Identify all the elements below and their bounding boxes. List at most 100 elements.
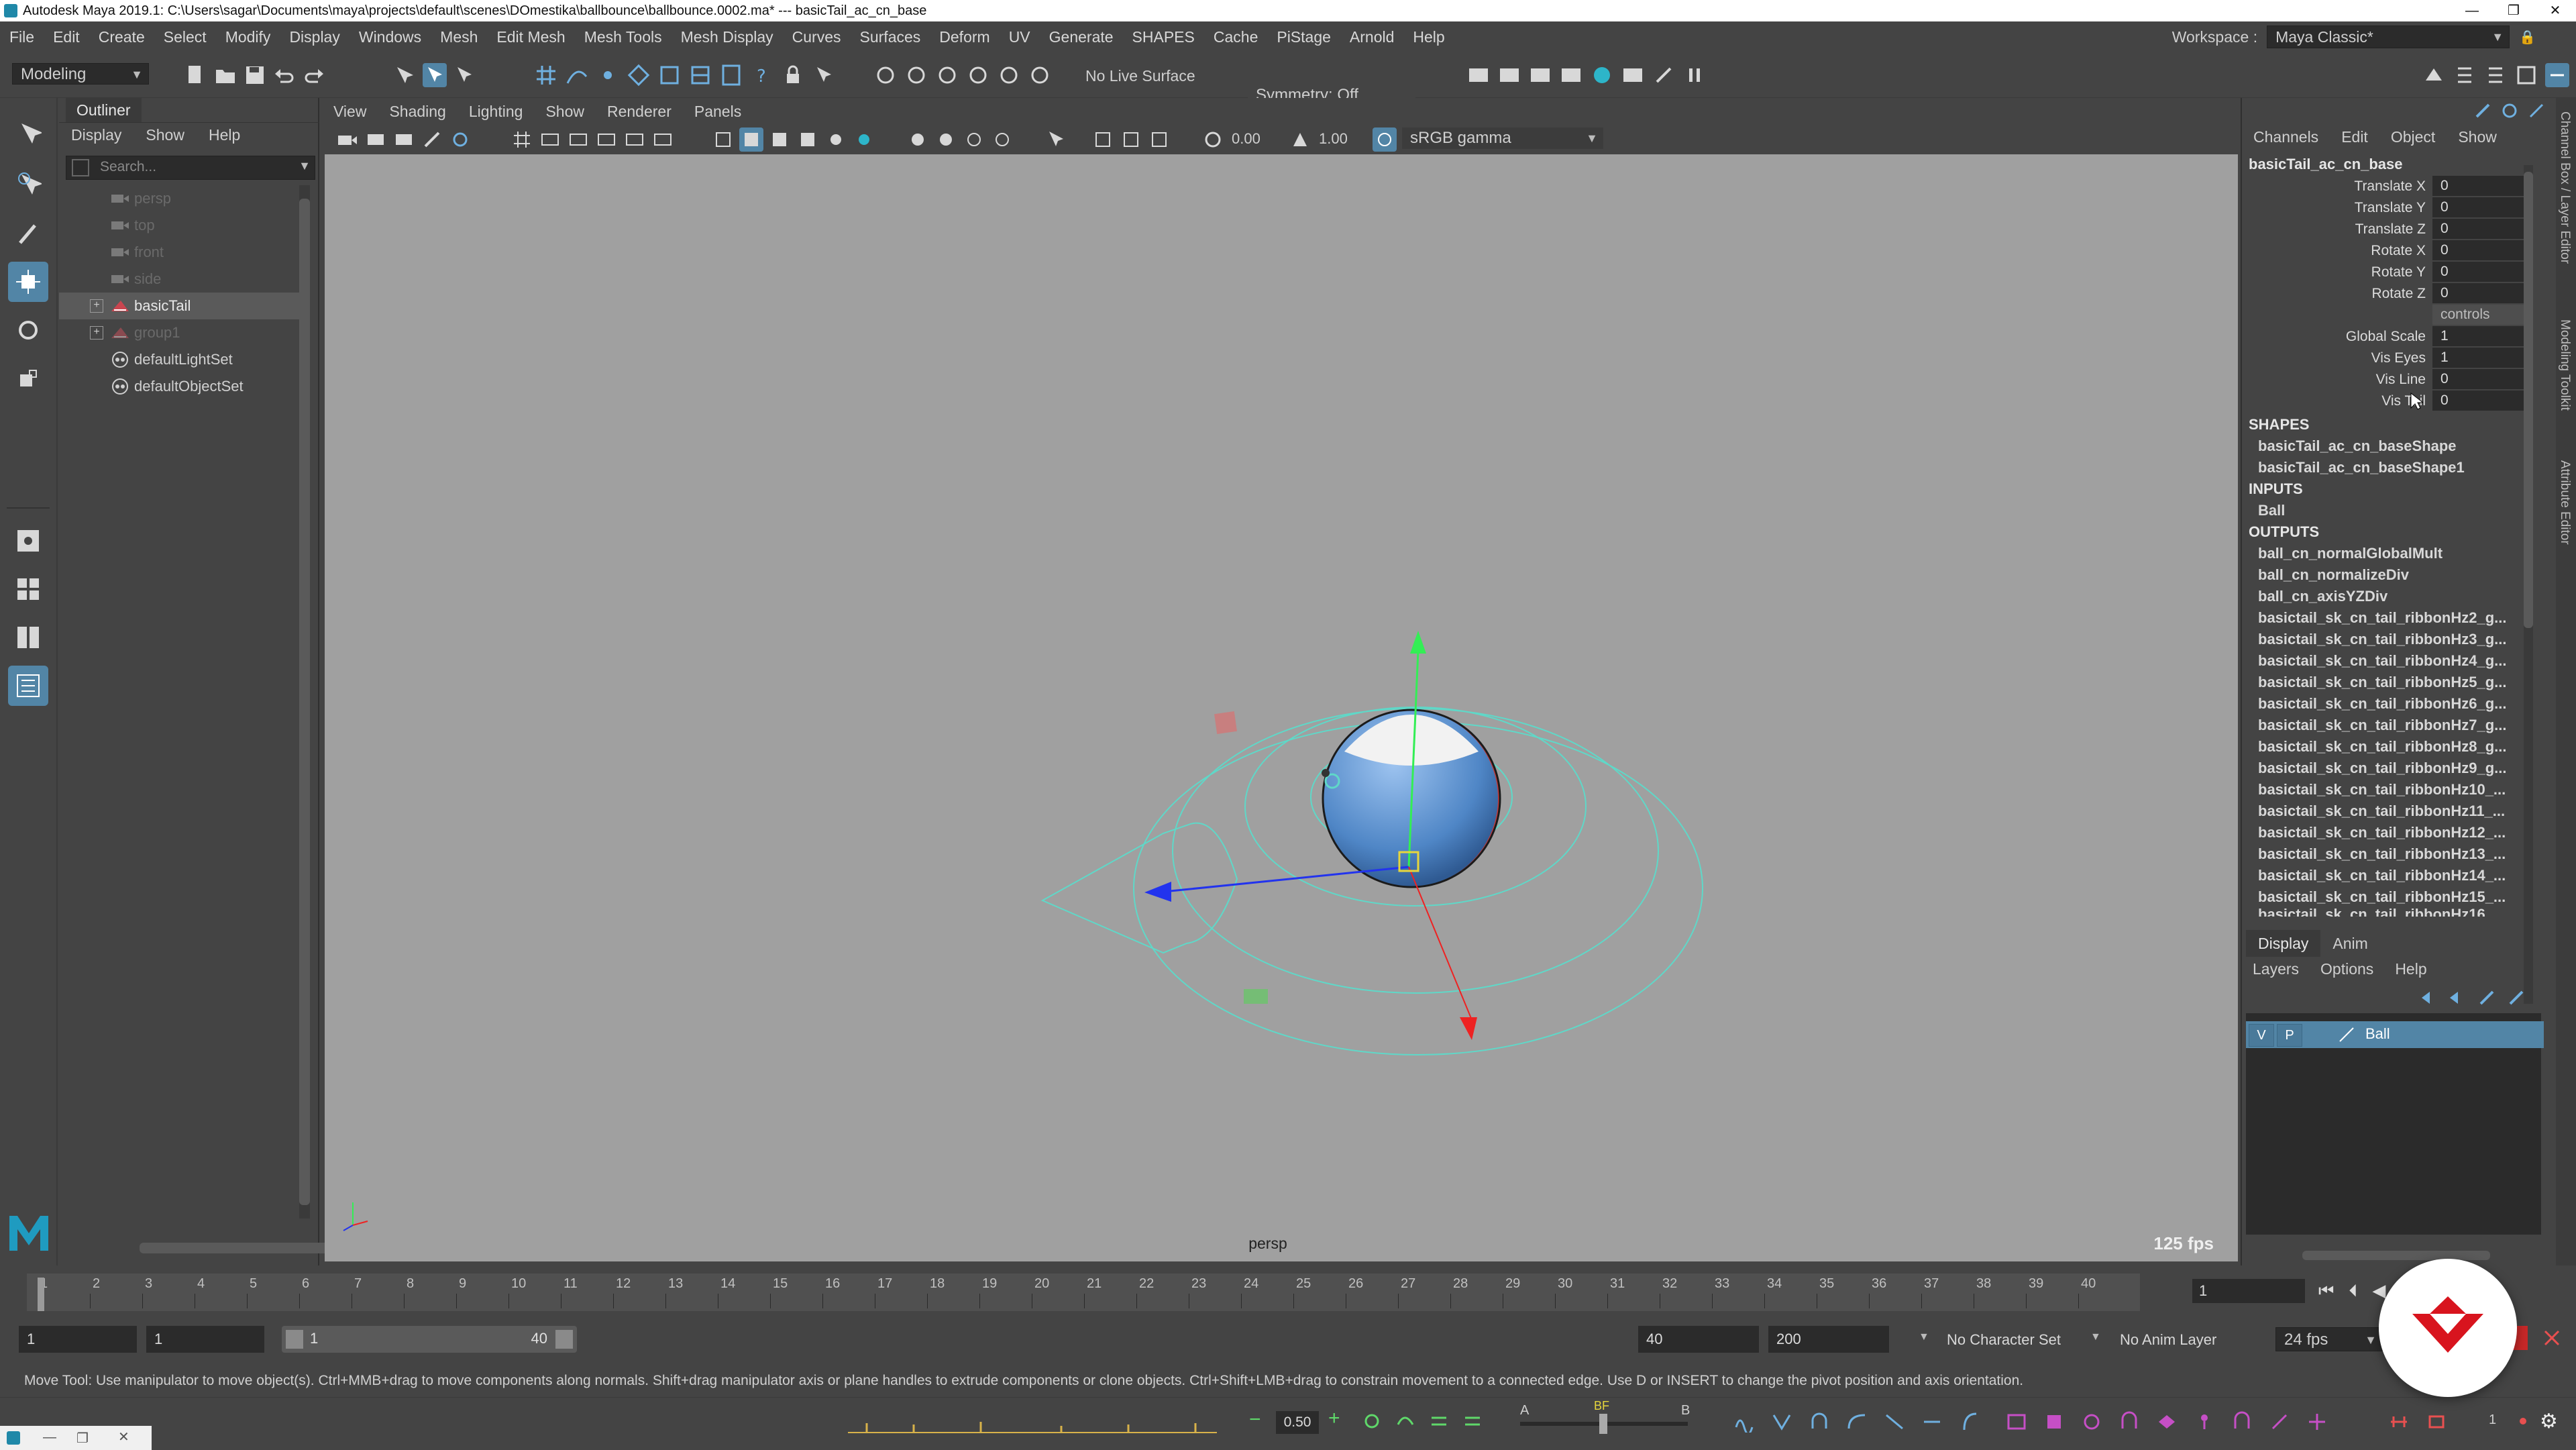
lock-icon[interactable] <box>781 63 805 87</box>
wireframe-icon[interactable] <box>711 127 735 152</box>
output-node[interactable]: ball_cn_axisYZDiv <box>2258 588 2540 605</box>
channel-value-field[interactable]: 0 <box>2432 391 2524 411</box>
channel-box-node-name[interactable]: basicTail_ac_cn_base <box>2249 156 2403 173</box>
anim-layer-dropdown[interactable]: No Anim Layer <box>2120 1331 2216 1349</box>
menu-curves[interactable]: Curves <box>783 28 851 46</box>
menu-display[interactable]: Display <box>280 28 349 46</box>
taskbar-close-icon[interactable]: ✕ <box>118 1429 129 1445</box>
channel-vis-tail[interactable]: Vis Tail 0 <box>2242 391 2537 412</box>
select-component-icon[interactable] <box>452 63 476 87</box>
hypershade-icon[interactable] <box>1590 63 1614 87</box>
snap-relation-5-icon[interactable] <box>997 63 1021 87</box>
channel-box-icon[interactable] <box>2514 63 2538 87</box>
undo-icon[interactable] <box>272 63 297 87</box>
channel-box-toolbar-icon-3[interactable] <box>2526 101 2546 121</box>
persp-outliner-layout[interactable] <box>8 617 48 658</box>
render-view-icon[interactable] <box>1466 63 1491 87</box>
menu-generate[interactable]: Generate <box>1040 28 1123 46</box>
live-surface-label[interactable]: No Live Surface <box>1085 67 1195 85</box>
filter-icon[interactable] <box>72 159 89 176</box>
snap-point-icon[interactable] <box>596 63 620 87</box>
menu-mesh-tools[interactable]: Mesh Tools <box>575 28 672 46</box>
viewport-menu-lighting[interactable]: Lighting <box>458 103 535 121</box>
channel-box-menu-edit[interactable]: Edit <box>2330 128 2379 146</box>
xray-components-icon[interactable] <box>1147 127 1171 152</box>
output-node[interactable]: ball_cn_normalizeDiv <box>2258 566 2540 584</box>
outliner-scroll-thumb[interactable] <box>299 199 310 1205</box>
snap-help-icon[interactable]: ? <box>750 63 774 87</box>
shelf-dot-icon[interactable] <box>2520 1418 2526 1425</box>
anti-aliasing-icon[interactable] <box>962 127 986 152</box>
menu-modify[interactable]: Modify <box>216 28 280 46</box>
side-tab-channel-box[interactable]: Channel Box / Layer Editor <box>2557 111 2572 264</box>
playback-range-bar[interactable]: 1 40 <box>282 1326 577 1353</box>
current-frame-field[interactable] <box>2192 1279 2305 1303</box>
layer-tab-display[interactable]: Display <box>2246 930 2321 957</box>
outliner-item-defaultlightset[interactable]: defaultLightSet <box>59 346 299 373</box>
attribute-editor-icon[interactable] <box>2453 63 2477 87</box>
step-back-icon[interactable]: ⏴ <box>2349 1280 2357 1302</box>
shelf-curve-tool-1-icon[interactable] <box>1733 1411 1755 1433</box>
outliner-layout[interactable] <box>8 666 48 706</box>
lock-icon[interactable]: 🔒 <box>2519 29 2536 46</box>
film-gate-icon[interactable] <box>538 127 562 152</box>
output-node[interactable]: basictail_sk_cn_tail_ribbonHz13_... <box>2258 845 2540 863</box>
move-layer-up-icon[interactable] <box>2418 988 2438 1008</box>
outliner-horizontal-scrollbar[interactable] <box>140 1243 341 1253</box>
zoom-field[interactable] <box>1276 1411 1319 1434</box>
channel-rotate-z[interactable]: Rotate Z 0 <box>2242 283 2537 305</box>
shelf-tool-3-icon[interactable] <box>1429 1411 1449 1431</box>
workspace-dropdown[interactable]: Maya Classic* ▼ <box>2267 25 2510 48</box>
channel-translate-y[interactable]: Translate Y 0 <box>2242 197 2537 219</box>
select-object-icon[interactable] <box>423 63 447 87</box>
shape-node[interactable]: basicTail_ac_cn_baseShape <box>2258 437 2540 455</box>
menu-uv[interactable]: UV <box>1000 28 1040 46</box>
snap-relation-6-icon[interactable] <box>1028 63 1052 87</box>
xray-joints-icon[interactable] <box>1119 127 1143 152</box>
xray-icon[interactable] <box>1091 127 1115 152</box>
graph-key-strip[interactable] <box>847 1412 1222 1439</box>
pick-icon[interactable] <box>812 63 836 87</box>
menu-mesh-display[interactable]: Mesh Display <box>672 28 783 46</box>
shelf-curve-tool-3-icon[interactable] <box>1809 1411 1830 1433</box>
shelf-rig-tool-5-icon[interactable] <box>2156 1411 2178 1433</box>
outliner-item-group1[interactable]: + group1 <box>59 319 299 346</box>
2d-pan-zoom-icon[interactable] <box>448 127 472 152</box>
gate-mask-icon[interactable] <box>594 127 619 152</box>
channel-translate-z[interactable]: Translate Z 0 <box>2242 219 2537 240</box>
channel-box-toolbar-icon-1[interactable] <box>2473 101 2493 121</box>
single-perspective-layout[interactable] <box>8 521 48 561</box>
blend-slider-handle[interactable] <box>1599 1414 1607 1434</box>
output-node[interactable]: basictail_sk_cn_tail_ribbonHz15_... <box>2258 888 2540 906</box>
shadows-icon[interactable] <box>852 127 876 152</box>
channel-value-field[interactable]: 0 <box>2432 262 2524 282</box>
move-tool[interactable] <box>8 262 48 302</box>
scene-start-frame-field[interactable] <box>19 1326 137 1353</box>
viewport-menu-show[interactable]: Show <box>534 103 596 121</box>
shelf-curve-tool-2-icon[interactable] <box>1771 1411 1792 1433</box>
shelf-curve-tool-6-icon[interactable] <box>1921 1411 1943 1433</box>
motion-blur-icon[interactable] <box>934 127 958 152</box>
output-node[interactable]: basictail_sk_cn_tail_ribbonHz4_g... <box>2258 652 2540 670</box>
menu-set-dropdown[interactable]: Modeling ▼ <box>12 63 149 85</box>
outliner-menu-help[interactable]: Help <box>197 126 252 144</box>
channel-box-menu-show[interactable]: Show <box>2447 128 2508 146</box>
output-node[interactable]: basictail_sk_cn_tail_ribbonHz8_g... <box>2258 738 2540 756</box>
channel-value-field[interactable]: 0 <box>2432 283 2524 303</box>
layer-tab-anim[interactable]: Anim <box>2320 930 2379 957</box>
channel-value-field[interactable]: 0 <box>2432 197 2524 217</box>
snap-relation-4-icon[interactable] <box>966 63 990 87</box>
outliner-item-basictail[interactable]: + basicTail <box>59 293 299 319</box>
shelf-curve-tool-7-icon[interactable] <box>1959 1411 1980 1433</box>
shelf-rig-tool-9-icon[interactable] <box>2306 1411 2328 1433</box>
output-node[interactable]: basictail_sk_cn_tail_ribbonHz10_... <box>2258 781 2540 798</box>
sidebar-toggle-icon[interactable] <box>2545 63 2569 87</box>
shelf-rig-tool-1-icon[interactable] <box>2006 1411 2027 1433</box>
viewport-menu-shading[interactable]: Shading <box>378 103 457 121</box>
output-node[interactable]: basictail_sk_cn_tail_ribbonHz14_... <box>2258 867 2540 884</box>
channel-vis-eyes[interactable]: Vis Eyes 1 <box>2242 348 2537 369</box>
menu-pistage[interactable]: PiStage <box>1267 28 1340 46</box>
gamma-field[interactable]: 1.00 <box>1319 129 1366 149</box>
four-view-layout[interactable] <box>8 569 48 609</box>
layer-menu-options[interactable]: Options <box>2310 960 2384 978</box>
